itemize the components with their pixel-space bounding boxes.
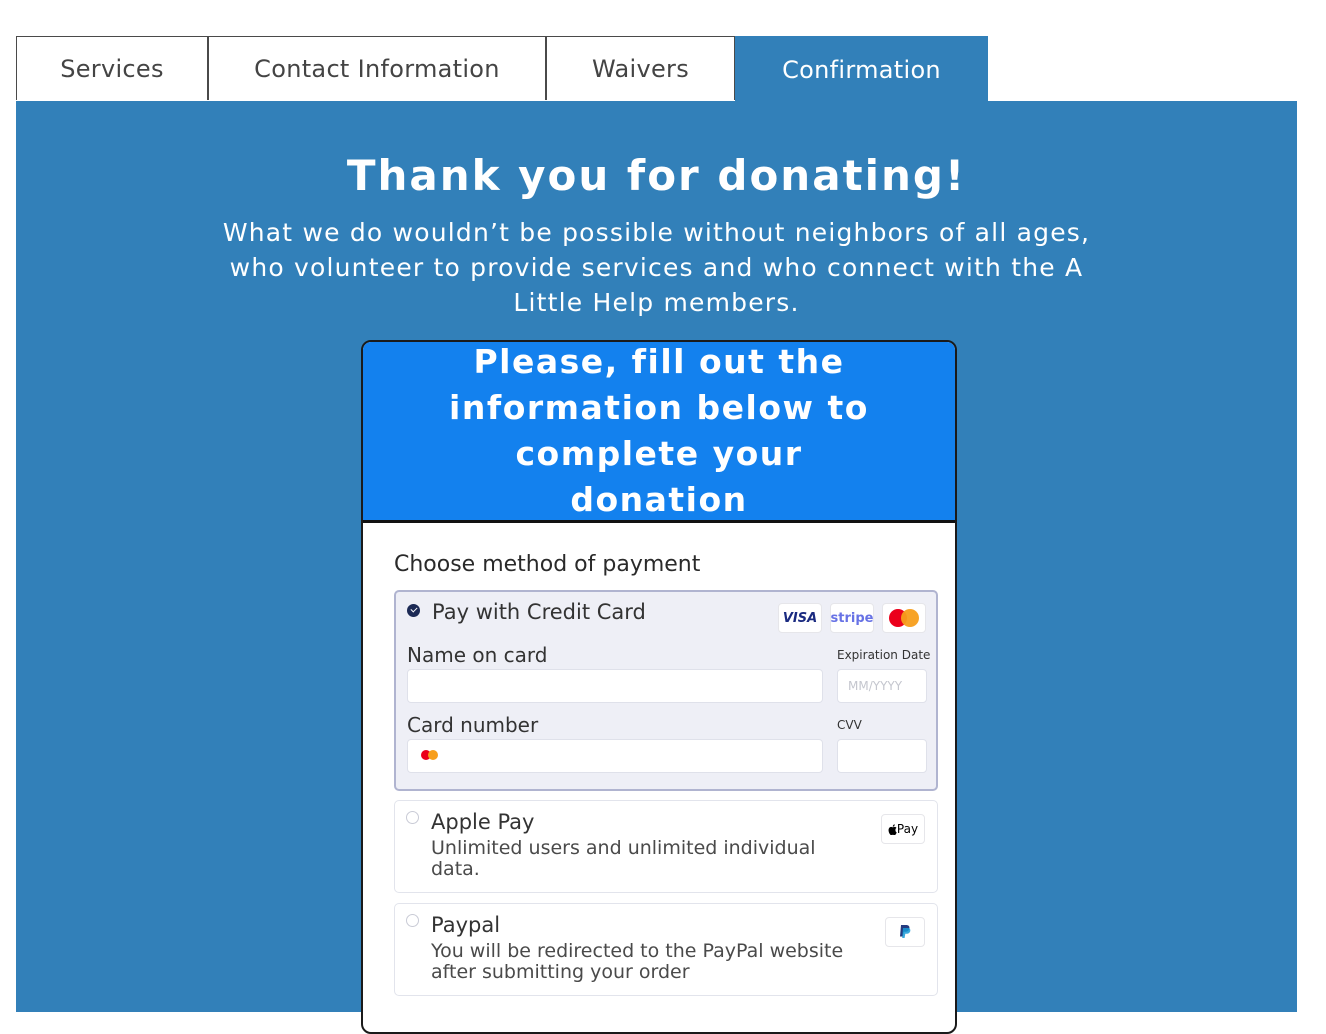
tab-services[interactable]: Services — [16, 36, 208, 100]
mastercard-small-icon — [421, 750, 439, 760]
apple-pay-option-title: Apple Pay — [431, 810, 535, 834]
visa-logo: VISA — [782, 610, 818, 626]
apple-pay-badge: Pay — [881, 814, 925, 844]
confirmation-panel: Thank you for donating! What we do would… — [16, 101, 1297, 1034]
name-on-card-label: Name on card — [407, 643, 548, 667]
name-on-card-input[interactable] — [407, 669, 823, 703]
cvv-label: CVV — [837, 718, 862, 732]
tab-confirmation[interactable]: Confirmation — [735, 36, 988, 102]
stripe-badge: stripe — [830, 603, 874, 633]
thanks-title: Thank you for donating! — [346, 151, 967, 200]
credit-card-option[interactable]: Pay with Credit Card VISA stripe Name on… — [394, 590, 938, 791]
credit-card-radio[interactable] — [407, 604, 420, 617]
expiration-date-input[interactable] — [837, 669, 927, 703]
paypal-option[interactable]: Paypal You will be redirected to the Pay… — [394, 903, 938, 996]
paypal-icon — [900, 925, 911, 938]
mastercard-badge — [882, 603, 926, 633]
card-number-label: Card number — [407, 713, 539, 737]
paypal-radio[interactable] — [406, 914, 419, 927]
apple-pay-option[interactable]: Apple Pay Unlimited users and unlimited … — [394, 800, 938, 893]
visa-badge: VISA — [778, 603, 822, 633]
paypal-option-title: Paypal — [431, 913, 501, 937]
mastercard-icon — [889, 609, 919, 627]
donation-card-title: Please, fill out the information below t… — [449, 342, 869, 519]
apple-pay-radio[interactable] — [406, 811, 419, 824]
apple-pay-logo-text: Pay — [896, 822, 919, 836]
donation-card: Please, fill out the information below t… — [361, 340, 957, 1034]
apple-icon — [888, 823, 897, 835]
cvv-input[interactable] — [837, 739, 927, 773]
payment-method-label: Choose method of payment — [394, 552, 701, 577]
paypal-option-description: You will be redirected to the PayPal web… — [431, 940, 844, 983]
donation-card-header: Please, fill out the information below t… — [363, 342, 955, 523]
card-number-input[interactable] — [407, 739, 823, 773]
expiration-date-label: Expiration Date — [837, 648, 931, 662]
credit-card-option-title: Pay with Credit Card — [432, 600, 646, 624]
paypal-badge — [885, 917, 925, 947]
tab-contact-information[interactable]: Contact Information — [208, 36, 546, 100]
step-tabs: Services Contact Information Waivers Con… — [16, 36, 988, 102]
card-number-field[interactable] — [407, 739, 823, 773]
apple-pay-option-description: Unlimited users and unlimited individual… — [431, 837, 816, 880]
tab-waivers[interactable]: Waivers — [546, 36, 735, 100]
stripe-logo: stripe — [830, 610, 874, 626]
thanks-subtitle: What we do wouldn’t be possible without … — [222, 218, 1091, 317]
